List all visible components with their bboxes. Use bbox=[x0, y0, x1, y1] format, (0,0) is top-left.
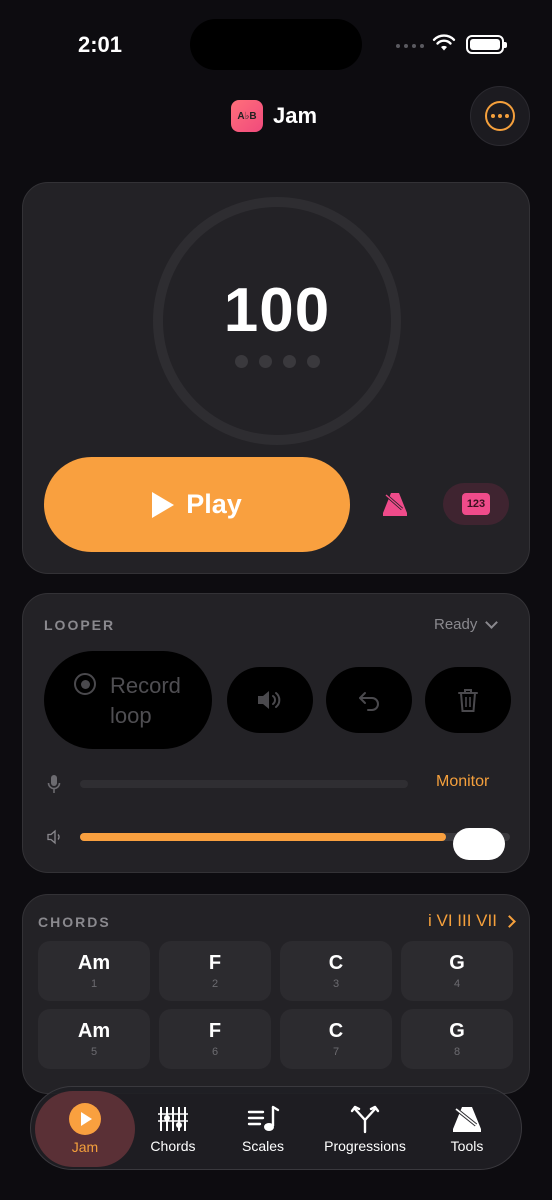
tempo-value: 100 bbox=[223, 276, 331, 345]
volume-row bbox=[47, 822, 511, 860]
metronome-card: 100 Play 123 bbox=[22, 182, 530, 574]
microphone-icon bbox=[47, 775, 61, 793]
input-level-row: Monitor bbox=[47, 773, 507, 794]
chevron-down-icon bbox=[485, 615, 499, 629]
volume-fill bbox=[80, 833, 446, 841]
undo-button[interactable] bbox=[326, 667, 412, 733]
chords-section-label: CHORDS bbox=[38, 914, 111, 930]
chord-number: 8 bbox=[453, 1046, 461, 1058]
chord-name: C bbox=[328, 952, 344, 974]
chord-number: 1 bbox=[90, 978, 98, 990]
battery-icon bbox=[466, 35, 507, 54]
looper-section-label: LOOPER bbox=[44, 617, 116, 633]
guitar-chords-icon bbox=[158, 1107, 188, 1131]
undo-icon bbox=[359, 692, 379, 711]
chord-grid: Am 1 F 2 C 3 G 4 Am 5 F 6 C 7 G 8 bbox=[38, 941, 516, 1069]
signal-icon bbox=[396, 44, 424, 48]
chord-name: F bbox=[208, 952, 222, 974]
trash-icon bbox=[458, 689, 478, 712]
chord-name: Am bbox=[77, 1020, 111, 1042]
looper-status-dropdown[interactable]: Ready bbox=[434, 615, 499, 633]
delete-loop-button[interactable] bbox=[425, 667, 511, 733]
chord-cell[interactable]: C7 bbox=[280, 1009, 392, 1069]
progression-label: i VI III VII bbox=[428, 911, 497, 930]
metronome-icon bbox=[453, 1107, 481, 1132]
metronome-icon[interactable] bbox=[380, 491, 410, 517]
chord-name: G bbox=[449, 1020, 465, 1042]
title-text: Jam bbox=[273, 103, 318, 128]
speaker-icon bbox=[258, 691, 281, 709]
music-note-icon bbox=[247, 1105, 280, 1131]
chord-cell[interactable]: C3 bbox=[280, 941, 392, 1001]
bottom-tab-bar: Jam Chords Scales Progressions Tools bbox=[30, 1086, 522, 1170]
wifi-icon bbox=[432, 34, 456, 51]
beat-dot bbox=[259, 355, 272, 368]
count-in-icon: 123 bbox=[462, 493, 490, 515]
status-bar: 2:01 bbox=[0, 0, 552, 90]
chord-cell[interactable]: Am 1 bbox=[38, 941, 150, 1001]
looper-card: LOOPER Ready Record loop Monitor bbox=[22, 593, 530, 873]
record-loop-button[interactable]: Record loop bbox=[44, 651, 212, 749]
record-icon bbox=[74, 673, 96, 695]
tab-chords[interactable]: Chords bbox=[143, 1087, 203, 1171]
chord-cell[interactable]: Am 5 bbox=[38, 1009, 150, 1069]
speaker-button[interactable] bbox=[227, 667, 313, 733]
ellipsis-icon bbox=[485, 101, 515, 131]
chord-number: 6 bbox=[211, 1046, 219, 1058]
chord-name: Am bbox=[77, 952, 111, 974]
beat-indicator bbox=[235, 355, 320, 368]
chord-cell[interactable]: F2 bbox=[159, 941, 271, 1001]
tab-jam[interactable]: Jam bbox=[35, 1091, 135, 1167]
beat-dot bbox=[283, 355, 296, 368]
tab-scales[interactable]: Scales bbox=[233, 1087, 293, 1171]
app-logo-icon: A♭B bbox=[231, 100, 263, 132]
chord-name: F bbox=[208, 1020, 222, 1042]
branch-arrows-icon bbox=[350, 1105, 380, 1134]
tab-label: Chords bbox=[150, 1138, 196, 1154]
play-button[interactable]: Play bbox=[44, 457, 350, 552]
more-options-button[interactable] bbox=[470, 86, 530, 146]
play-circle-icon bbox=[69, 1103, 101, 1135]
chevron-right-icon bbox=[503, 914, 516, 928]
tab-label: Tools bbox=[450, 1138, 484, 1154]
looper-status-text: Ready bbox=[434, 616, 478, 633]
chord-name: G bbox=[449, 952, 465, 974]
beat-dot bbox=[235, 355, 248, 368]
count-in-button[interactable]: 123 bbox=[443, 483, 509, 525]
progression-selector[interactable]: i VI III VII bbox=[428, 911, 516, 931]
page-title: A♭B Jam bbox=[231, 100, 317, 132]
status-time: 2:01 bbox=[78, 32, 123, 57]
chord-cell[interactable]: F6 bbox=[159, 1009, 271, 1069]
tab-label: Scales bbox=[241, 1138, 285, 1154]
tab-tools[interactable]: Tools bbox=[439, 1087, 495, 1171]
chord-cell[interactable]: G4 bbox=[401, 941, 513, 1001]
chord-number: 5 bbox=[90, 1046, 98, 1058]
play-label: Play bbox=[186, 489, 242, 519]
tab-progressions[interactable]: Progressions bbox=[314, 1087, 416, 1171]
dynamic-island bbox=[190, 19, 362, 70]
chord-number: 3 bbox=[332, 978, 340, 990]
volume-icon bbox=[47, 829, 60, 845]
input-level-meter bbox=[80, 780, 408, 788]
beat-dot bbox=[307, 355, 320, 368]
monitor-button[interactable]: Monitor bbox=[436, 773, 489, 791]
tab-label: Jam bbox=[71, 1139, 99, 1155]
chords-card: CHORDS i VI III VII Am 1 F 2 C 3 G 4 Am 5 F 6 C 7 G 8 bbox=[22, 894, 530, 1094]
volume-slider[interactable] bbox=[80, 828, 510, 860]
chord-number: 2 bbox=[211, 978, 219, 990]
chord-number: 4 bbox=[453, 978, 461, 990]
play-icon bbox=[152, 491, 175, 518]
chord-cell[interactable]: G8 bbox=[401, 1009, 513, 1069]
tab-label: Progressions bbox=[324, 1138, 406, 1154]
chord-number: 7 bbox=[332, 1046, 340, 1058]
record-loop-label: Record loop bbox=[110, 673, 181, 728]
chord-name: C bbox=[328, 1020, 344, 1042]
volume-slider-thumb[interactable] bbox=[453, 828, 505, 860]
